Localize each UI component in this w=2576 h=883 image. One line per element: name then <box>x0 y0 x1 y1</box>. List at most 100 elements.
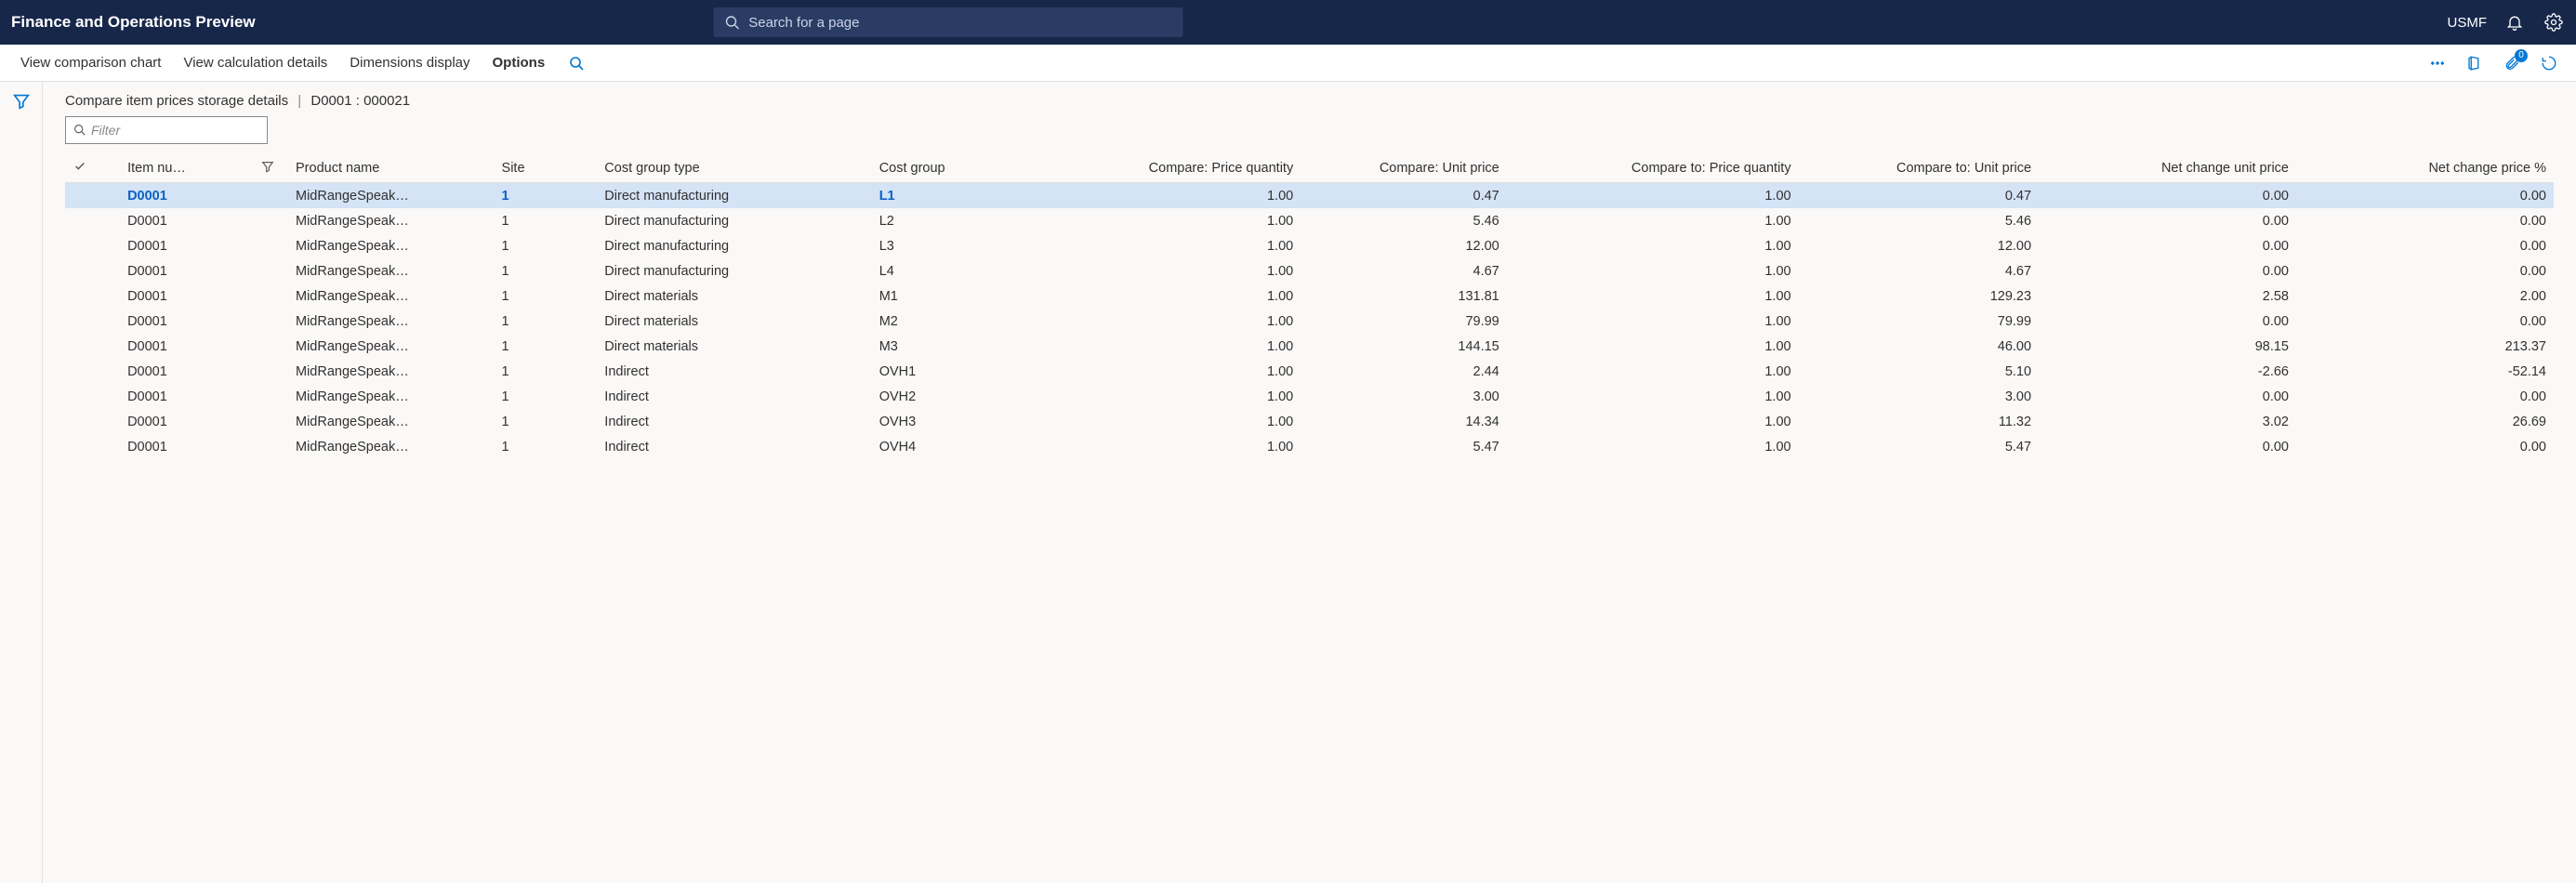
cell-cup[interactable]: 2.44 <box>1301 359 1507 384</box>
cell-nc[interactable]: 0.00 <box>2039 309 2296 334</box>
cell-site[interactable]: 1 <box>495 233 598 258</box>
quick-filter[interactable] <box>65 116 268 144</box>
col-item-number[interactable]: Item nu… <box>120 153 254 183</box>
cell-ctpq[interactable]: 1.00 <box>1507 409 1799 434</box>
action-dimensions-display[interactable]: Dimensions display <box>338 45 481 81</box>
cell-nc[interactable]: 0.00 <box>2039 208 2296 233</box>
cell-nc[interactable]: 0.00 <box>2039 384 2296 409</box>
cell-ctpq[interactable]: 1.00 <box>1507 434 1799 459</box>
cell-item[interactable]: D0001 <box>120 208 254 233</box>
table-row[interactable]: D0001MidRangeSpeak…1Direct materialsM11.… <box>65 283 2554 309</box>
cell-ctpq[interactable]: 1.00 <box>1507 183 1799 209</box>
cell-cup[interactable]: 4.67 <box>1301 258 1507 283</box>
cell-ctup[interactable]: 3.00 <box>1799 384 2039 409</box>
cell-cup[interactable]: 5.47 <box>1301 434 1507 459</box>
company-code[interactable]: USMF <box>2448 15 2488 31</box>
cell-cg[interactable]: M2 <box>872 309 1044 334</box>
col-product-name[interactable]: Product name <box>288 153 495 183</box>
action-find-icon[interactable] <box>563 50 589 76</box>
table-row[interactable]: D0001MidRangeSpeak…1IndirectOVH41.005.47… <box>65 434 2554 459</box>
cell-site[interactable]: 1 <box>495 384 598 409</box>
cell-cpq[interactable]: 1.00 <box>1043 208 1301 233</box>
cell-product[interactable]: MidRangeSpeak… <box>288 208 495 233</box>
bell-icon[interactable] <box>2503 11 2526 33</box>
cell-cup[interactable]: 79.99 <box>1301 309 1507 334</box>
cell-ctup[interactable]: 5.46 <box>1799 208 2039 233</box>
add-ins-icon[interactable] <box>2425 51 2450 75</box>
global-search[interactable] <box>713 7 1182 37</box>
select-all-header[interactable] <box>65 153 120 183</box>
cell-site[interactable]: 1 <box>495 283 598 309</box>
cell-cgt[interactable]: Direct materials <box>597 309 871 334</box>
row-selector[interactable] <box>65 208 120 233</box>
cell-item[interactable]: D0001 <box>120 334 254 359</box>
cell-nc[interactable]: 98.15 <box>2039 334 2296 359</box>
cell-ctpq[interactable]: 1.00 <box>1507 208 1799 233</box>
col-net-change-unit-price[interactable]: Net change unit price <box>2039 153 2296 183</box>
cell-ctup[interactable]: 11.32 <box>1799 409 2039 434</box>
cell-cgt[interactable]: Direct materials <box>597 283 871 309</box>
table-row[interactable]: D0001MidRangeSpeak…1Direct manufacturing… <box>65 258 2554 283</box>
cell-cg[interactable]: L1 <box>872 183 1044 209</box>
cell-product[interactable]: MidRangeSpeak… <box>288 409 495 434</box>
cell-site[interactable]: 1 <box>495 208 598 233</box>
cell-product[interactable]: MidRangeSpeak… <box>288 309 495 334</box>
cell-cg[interactable]: OVH3 <box>872 409 1044 434</box>
row-selector[interactable] <box>65 384 120 409</box>
cell-nc[interactable]: 0.00 <box>2039 183 2296 209</box>
cell-cg[interactable]: M3 <box>872 334 1044 359</box>
cell-ctup[interactable]: 5.47 <box>1799 434 2039 459</box>
cell-item[interactable]: D0001 <box>120 309 254 334</box>
cell-cg[interactable]: L4 <box>872 258 1044 283</box>
cell-ctup[interactable]: 4.67 <box>1799 258 2039 283</box>
cell-cup[interactable]: 3.00 <box>1301 384 1507 409</box>
col-compare-price-qty[interactable]: Compare: Price quantity <box>1043 153 1301 183</box>
row-selector[interactable] <box>65 409 120 434</box>
action-view-calculation-details[interactable]: View calculation details <box>172 45 338 81</box>
cell-cg[interactable]: OVH1 <box>872 359 1044 384</box>
cell-cgt[interactable]: Direct manufacturing <box>597 233 871 258</box>
cell-cup[interactable]: 144.15 <box>1301 334 1507 359</box>
cell-cgt[interactable]: Direct materials <box>597 334 871 359</box>
attachments-icon[interactable]: 0 <box>2500 51 2524 75</box>
cell-cgt[interactable]: Direct manufacturing <box>597 258 871 283</box>
table-row[interactable]: D0001MidRangeSpeak…1Direct materialsM31.… <box>65 334 2554 359</box>
cell-nc[interactable]: 2.58 <box>2039 283 2296 309</box>
cell-nc[interactable]: 3.02 <box>2039 409 2296 434</box>
cell-site[interactable]: 1 <box>495 334 598 359</box>
cell-item[interactable]: D0001 <box>120 233 254 258</box>
cell-ncp[interactable]: 2.00 <box>2296 283 2554 309</box>
row-selector[interactable] <box>65 258 120 283</box>
table-row[interactable]: D0001MidRangeSpeak…1IndirectOVH21.003.00… <box>65 384 2554 409</box>
cell-ctpq[interactable]: 1.00 <box>1507 258 1799 283</box>
cell-item[interactable]: D0001 <box>120 384 254 409</box>
cell-ctpq[interactable]: 1.00 <box>1507 384 1799 409</box>
cell-ncp[interactable]: 0.00 <box>2296 183 2554 209</box>
cell-cpq[interactable]: 1.00 <box>1043 359 1301 384</box>
cell-product[interactable]: MidRangeSpeak… <box>288 359 495 384</box>
row-selector[interactable] <box>65 309 120 334</box>
cell-cpq[interactable]: 1.00 <box>1043 233 1301 258</box>
cell-ncp[interactable]: 0.00 <box>2296 233 2554 258</box>
cell-product[interactable]: MidRangeSpeak… <box>288 258 495 283</box>
cell-ncp[interactable]: 0.00 <box>2296 208 2554 233</box>
cell-ctpq[interactable]: 1.00 <box>1507 309 1799 334</box>
col-cost-group[interactable]: Cost group <box>872 153 1044 183</box>
col-net-change-price-pct[interactable]: Net change price % <box>2296 153 2554 183</box>
cell-cgt[interactable]: Indirect <box>597 384 871 409</box>
cell-ctup[interactable]: 129.23 <box>1799 283 2039 309</box>
gear-icon[interactable] <box>2543 11 2565 33</box>
cell-item[interactable]: D0001 <box>120 409 254 434</box>
cell-site[interactable]: 1 <box>495 409 598 434</box>
cell-cpq[interactable]: 1.00 <box>1043 283 1301 309</box>
table-row[interactable]: D0001MidRangeSpeak…1Direct manufacturing… <box>65 233 2554 258</box>
cell-cup[interactable]: 5.46 <box>1301 208 1507 233</box>
cell-cpq[interactable]: 1.00 <box>1043 183 1301 209</box>
table-row[interactable]: D0001MidRangeSpeak…1Direct materialsM21.… <box>65 309 2554 334</box>
cell-cup[interactable]: 131.81 <box>1301 283 1507 309</box>
table-row[interactable]: D0001MidRangeSpeak…1Direct manufacturing… <box>65 208 2554 233</box>
cell-site[interactable]: 1 <box>495 359 598 384</box>
cell-ctup[interactable]: 0.47 <box>1799 183 2039 209</box>
cell-nc[interactable]: 0.00 <box>2039 434 2296 459</box>
cell-cpq[interactable]: 1.00 <box>1043 334 1301 359</box>
